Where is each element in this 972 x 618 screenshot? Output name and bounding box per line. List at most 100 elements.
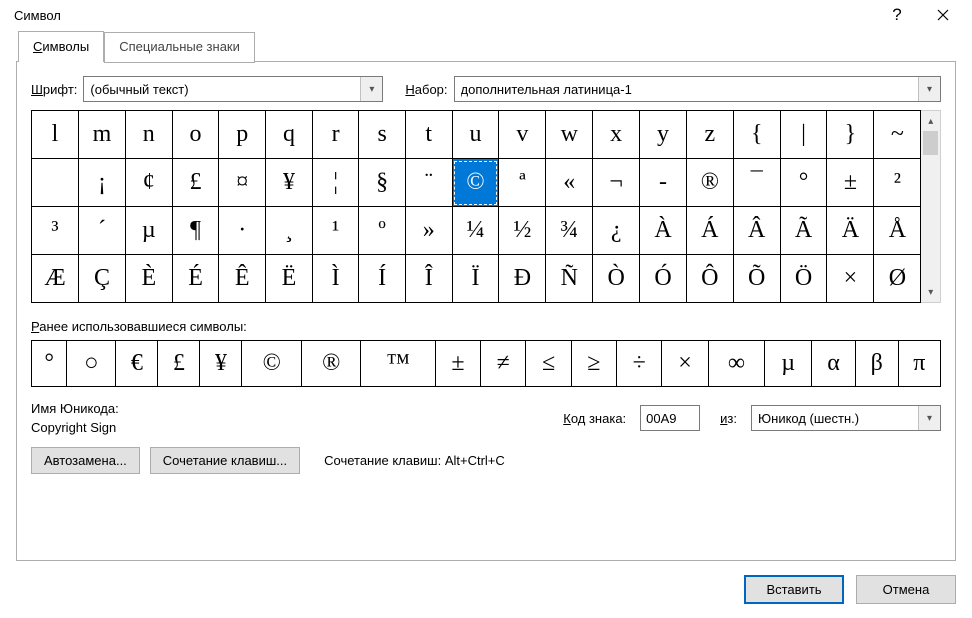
char-cell[interactable]: ¢ [125,159,172,207]
char-cell[interactable]: ´ [79,207,126,255]
subset-combo[interactable]: ▾ [454,76,941,102]
insert-button[interactable]: Вставить [744,575,844,604]
recent-char-cell[interactable]: © [242,341,302,387]
char-cell[interactable]: ³ [32,207,79,255]
recent-char-cell[interactable]: ○ [67,341,116,387]
char-cell[interactable]: Á [686,207,733,255]
recent-char-cell[interactable]: ± [435,341,480,387]
char-cell[interactable]: © [452,159,499,207]
char-cell[interactable]: ¼ [452,207,499,255]
font-combo[interactable]: ▾ [83,76,383,102]
char-cell[interactable]: s [359,111,406,159]
shortcut-key-button[interactable]: Сочетание клавиш... [150,447,300,474]
char-cell[interactable]: × [827,255,874,303]
char-cell[interactable]: » [405,207,452,255]
from-dropdown-button[interactable]: ▾ [918,406,940,430]
recently-used-grid[interactable]: °○€£¥©®™±≠≤≥÷×∞µαβπ [31,340,941,387]
char-cell[interactable]: l [32,111,79,159]
char-cell[interactable]: | [780,111,827,159]
char-cell[interactable]: v [499,111,546,159]
char-cell[interactable]: À [640,207,687,255]
recent-char-cell[interactable]: ° [32,341,67,387]
scroll-track[interactable] [921,131,940,282]
char-cell[interactable]: Å [874,207,921,255]
char-cell[interactable]: Ø [874,255,921,303]
char-cell[interactable]: u [452,111,499,159]
char-cell[interactable]: µ [125,207,172,255]
char-cell[interactable]: ~ [874,111,921,159]
char-cell[interactable]: Õ [733,255,780,303]
char-cell[interactable]: º [359,207,406,255]
char-cell[interactable]: ° [780,159,827,207]
char-cell[interactable]: Î [405,255,452,303]
char-cell[interactable]: y [640,111,687,159]
char-cell[interactable]: ¹ [312,207,358,255]
tab-symbols[interactable]: Символы [18,31,104,62]
char-cell[interactable]: Ð [499,255,546,303]
char-cell[interactable]: Ô [686,255,733,303]
char-cell[interactable]: Í [359,255,406,303]
char-cell[interactable]: Ñ [546,255,593,303]
char-cell[interactable]: ¤ [219,159,266,207]
char-cell[interactable]: § [359,159,406,207]
char-cell[interactable]: m [79,111,126,159]
char-cell[interactable]: ¯ [733,159,780,207]
recent-char-cell[interactable]: ∞ [708,341,764,387]
scroll-up-button[interactable]: ▴ [921,111,940,131]
char-cell[interactable]: p [219,111,266,159]
recent-char-cell[interactable]: × [662,341,708,387]
recent-char-cell[interactable]: ¥ [200,341,242,387]
cancel-button[interactable]: Отмена [856,575,956,604]
char-cell[interactable]: ¨ [405,159,452,207]
char-cell[interactable]: Æ [32,255,79,303]
char-cell[interactable]: z [686,111,733,159]
recent-char-cell[interactable]: ≠ [481,341,526,387]
char-cell[interactable]: £ [172,159,219,207]
char-cell[interactable]: { [733,111,780,159]
char-cell[interactable]: Â [733,207,780,255]
tab-special-characters[interactable]: Специальные знаки [104,32,255,63]
char-cell[interactable]: Ö [780,255,827,303]
char-cell[interactable]: « [546,159,593,207]
char-cell[interactable] [32,159,79,207]
char-cell[interactable]: w [546,111,593,159]
recent-char-cell[interactable]: £ [158,341,200,387]
char-cell[interactable]: n [125,111,172,159]
recent-char-cell[interactable]: π [898,341,941,387]
char-cell[interactable]: ½ [499,207,546,255]
char-cell[interactable]: · [219,207,266,255]
character-grid[interactable]: lmnopqrstuvwxyz{|}~¡¢£¤¥¦§¨©ª«¬-®¯°±²³´µ… [31,110,921,303]
char-cell[interactable]: Ë [266,255,313,303]
recent-char-cell[interactable]: α [812,341,856,387]
recent-char-cell[interactable]: ≤ [526,341,571,387]
char-cell[interactable]: Ç [79,255,126,303]
scroll-thumb[interactable] [923,131,938,155]
char-cell[interactable]: ¦ [312,159,358,207]
char-cell[interactable]: x [593,111,640,159]
char-code-input[interactable] [640,405,700,431]
char-cell[interactable]: ± [827,159,874,207]
char-cell[interactable]: Ã [780,207,827,255]
subset-dropdown-button[interactable]: ▾ [918,77,940,101]
close-button[interactable] [920,0,966,30]
char-cell[interactable]: q [266,111,313,159]
from-input[interactable] [752,406,918,430]
char-cell[interactable]: ¡ [79,159,126,207]
recent-char-cell[interactable]: β [855,341,898,387]
char-cell[interactable]: Ê [219,255,266,303]
char-cell[interactable]: ² [874,159,921,207]
char-cell[interactable]: ¿ [593,207,640,255]
font-dropdown-button[interactable]: ▾ [360,77,382,101]
char-cell[interactable]: Ò [593,255,640,303]
char-cell[interactable]: Ï [452,255,499,303]
help-button[interactable]: ? [874,0,920,30]
char-cell[interactable]: ® [686,159,733,207]
recent-char-cell[interactable]: ™ [361,341,435,387]
recent-char-cell[interactable]: ÷ [617,341,662,387]
scroll-down-button[interactable]: ▾ [921,282,940,302]
char-cell[interactable]: t [405,111,452,159]
from-combo[interactable]: ▾ [751,405,941,431]
char-cell[interactable]: - [640,159,687,207]
font-input[interactable] [84,77,360,101]
char-cell[interactable]: r [312,111,358,159]
